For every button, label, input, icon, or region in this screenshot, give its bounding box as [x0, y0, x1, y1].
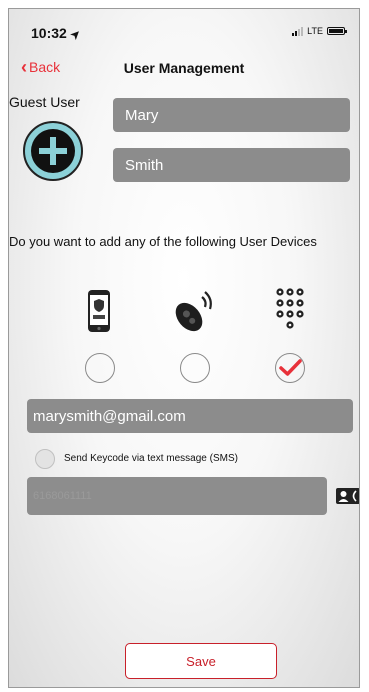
guest-user-label: Guest User: [9, 94, 80, 110]
signal-icon: [292, 26, 304, 36]
keypad-icon: [276, 288, 304, 329]
phone-number-field[interactable]: [27, 477, 327, 515]
phone-device-radio[interactable]: [85, 353, 115, 383]
first-name-field[interactable]: [113, 98, 350, 132]
back-label: Back: [29, 59, 61, 75]
checkmark-icon: [279, 359, 302, 376]
sms-label: Send Keycode via text message (SMS): [64, 453, 238, 464]
status-bar: 10:32➤ LTE: [9, 9, 359, 53]
status-time-text: 10:32: [31, 25, 67, 41]
location-arrow-icon: ➤: [68, 27, 84, 43]
last-name-field[interactable]: [113, 148, 350, 182]
plus-icon: [31, 129, 75, 173]
nav-bar: User Management ‹ Back: [9, 53, 359, 83]
battery-icon: [327, 27, 347, 35]
page-title: User Management: [123, 60, 245, 76]
key-fob-icon: [175, 291, 212, 332]
email-field[interactable]: [27, 399, 353, 433]
status-indicators: LTE: [292, 26, 347, 36]
back-button[interactable]: ‹ Back: [21, 57, 61, 77]
devices-question: Do you want to add any of the following …: [9, 234, 317, 249]
add-photo-button[interactable]: [23, 121, 83, 181]
app-screen: 10:32➤ LTE User Management ‹ Back Guest …: [8, 8, 360, 688]
contact-card-icon[interactable]: [335, 487, 360, 505]
sms-radio[interactable]: [35, 449, 55, 469]
status-time: 10:32➤: [31, 25, 83, 42]
fob-device-radio[interactable]: [180, 353, 210, 383]
save-button[interactable]: Save: [125, 643, 277, 679]
network-label: LTE: [307, 26, 323, 36]
chevron-left-icon: ‹: [21, 57, 27, 77]
keypad-device-radio[interactable]: [275, 353, 305, 383]
smartphone-icon: [88, 290, 110, 332]
